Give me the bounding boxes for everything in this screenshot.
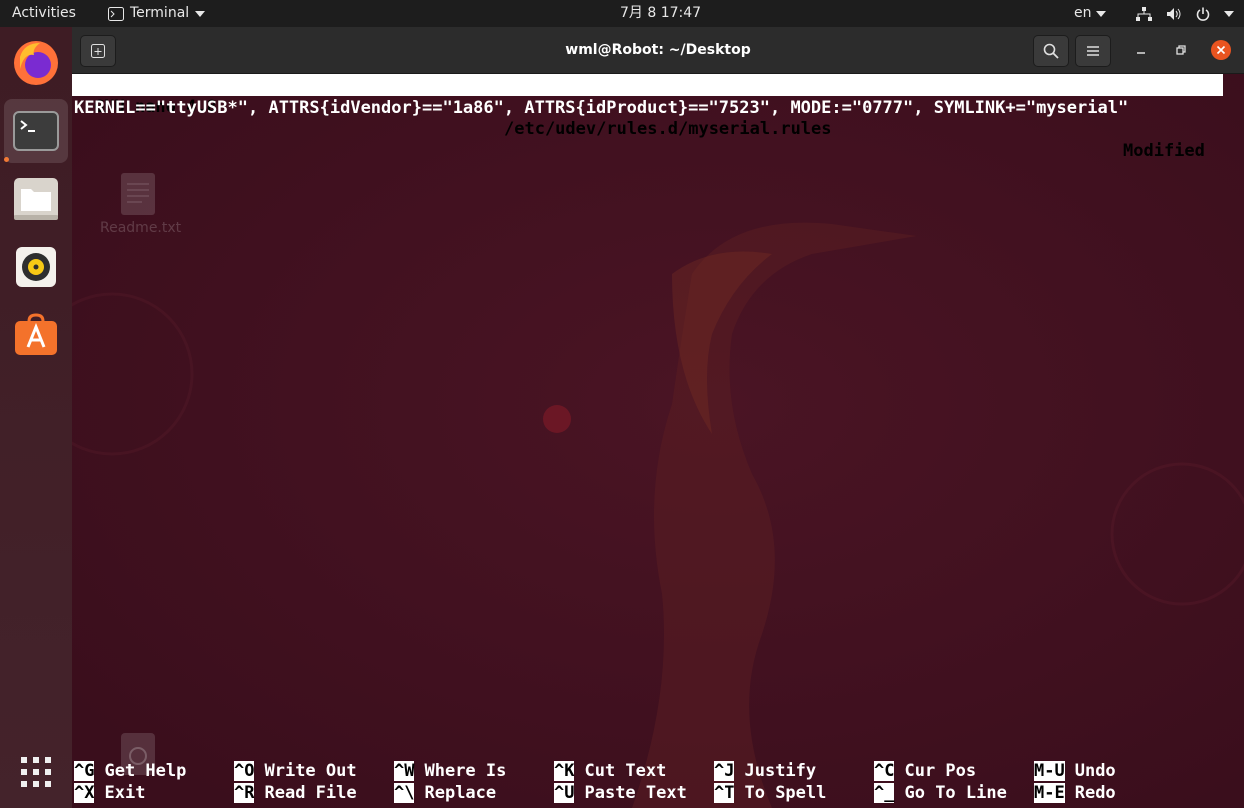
software-launcher[interactable]: [4, 303, 68, 367]
shortcut-cur-pos[interactable]: ^C Cur Pos: [874, 760, 976, 782]
desktop-readme-label: Readme.txt: [100, 220, 182, 236]
shortcut-undo[interactable]: M-U Undo: [1034, 760, 1116, 782]
minimize-icon: [1137, 52, 1145, 54]
shortcut-cut-text[interactable]: ^K Cut Text: [554, 760, 666, 782]
volume-icon: [1167, 7, 1181, 20]
rhythmbox-launcher[interactable]: [4, 235, 68, 299]
close-icon: [1216, 45, 1226, 55]
shortcut-read-file[interactable]: ^R Read File: [234, 782, 357, 804]
restore-icon: [1176, 45, 1186, 55]
files-launcher[interactable]: [4, 167, 68, 231]
chevron-down-icon: [1224, 10, 1234, 17]
rhythmbox-icon: [16, 247, 56, 287]
minimize-button[interactable]: [1131, 40, 1151, 60]
wallpaper-background: [72, 74, 1244, 808]
app-menu[interactable]: Terminal: [108, 0, 206, 27]
menu-button[interactable]: [1075, 35, 1111, 67]
firefox-icon: [14, 41, 58, 85]
chevron-down-icon: [1095, 10, 1106, 17]
close-button[interactable]: [1211, 40, 1231, 60]
terminal-launcher[interactable]: [4, 99, 68, 163]
text-file-icon: [121, 173, 155, 215]
shortcut-to-spell[interactable]: ^T To Spell: [714, 782, 826, 804]
header-bar[interactable]: wml@Robot: ~/Desktop: [72, 27, 1244, 74]
app-menu-label: Terminal: [130, 5, 190, 21]
firefox-launcher[interactable]: [4, 31, 68, 95]
maximize-button[interactable]: [1171, 40, 1191, 60]
shortcut-get-help[interactable]: ^G Get Help: [74, 760, 186, 782]
power-icon: [1196, 7, 1210, 21]
search-button[interactable]: [1033, 35, 1069, 67]
system-menu[interactable]: [1136, 0, 1234, 27]
terminal-small-icon: [108, 6, 124, 21]
language-indicator[interactable]: en: [1074, 0, 1106, 27]
chevron-down-icon: [195, 10, 206, 17]
nano-modified-status: Modified: [1123, 141, 1205, 161]
terminal-area[interactable]: Readme.txt GNU nano 4.8 /etc/udev/rules.…: [72, 74, 1244, 808]
app-grid-icon: [21, 757, 51, 787]
shortcut-justify[interactable]: ^J Justify: [714, 760, 816, 782]
shortcut-write-out[interactable]: ^O Write Out: [234, 760, 357, 782]
files-icon: [14, 178, 58, 220]
shortcut-go-to-line[interactable]: ^_ Go To Line: [874, 782, 1007, 804]
running-indicator: [4, 157, 9, 162]
network-icon: [1136, 6, 1152, 21]
terminal-icon: [13, 111, 59, 151]
search-icon: [1043, 43, 1059, 59]
show-applications-button[interactable]: [4, 740, 68, 804]
clock[interactable]: 7月 8 17:47: [620, 0, 701, 27]
shortcut-exit[interactable]: ^X Exit: [74, 782, 145, 804]
nano-shortcut-bar: ^G Get Help ^O Write Out ^W Where Is ^K Cut …: [72, 756, 1244, 804]
shortcut-replace[interactable]: ^\ Replace: [394, 782, 496, 804]
nano-filename: /etc/udev/rules.d/myserial.rules: [504, 119, 832, 139]
dock: [0, 27, 72, 808]
file-content-line[interactable]: KERNEL=="ttyUSB*", ATTRS{idVendor}=="1a8…: [74, 97, 1128, 119]
nano-title-bar: GNU nano 4.8 /etc/udev/rules.d/myserial.…: [72, 74, 1223, 161]
shortcut-redo[interactable]: M-E Redo: [1034, 782, 1116, 804]
software-icon: [15, 313, 57, 355]
shortcut-where-is[interactable]: ^W Where Is: [394, 760, 506, 782]
activities-button[interactable]: Activities: [12, 0, 76, 27]
top-bar: Activities Terminal 7月 8 17:47 en: [0, 0, 1244, 27]
language-label: en: [1074, 5, 1092, 21]
shortcut-paste-text[interactable]: ^U Paste Text: [554, 782, 687, 804]
terminal-window: wml@Robot: ~/Desktop Readme.txt GNU nano…: [72, 27, 1244, 808]
hamburger-menu-icon: [1087, 46, 1099, 56]
